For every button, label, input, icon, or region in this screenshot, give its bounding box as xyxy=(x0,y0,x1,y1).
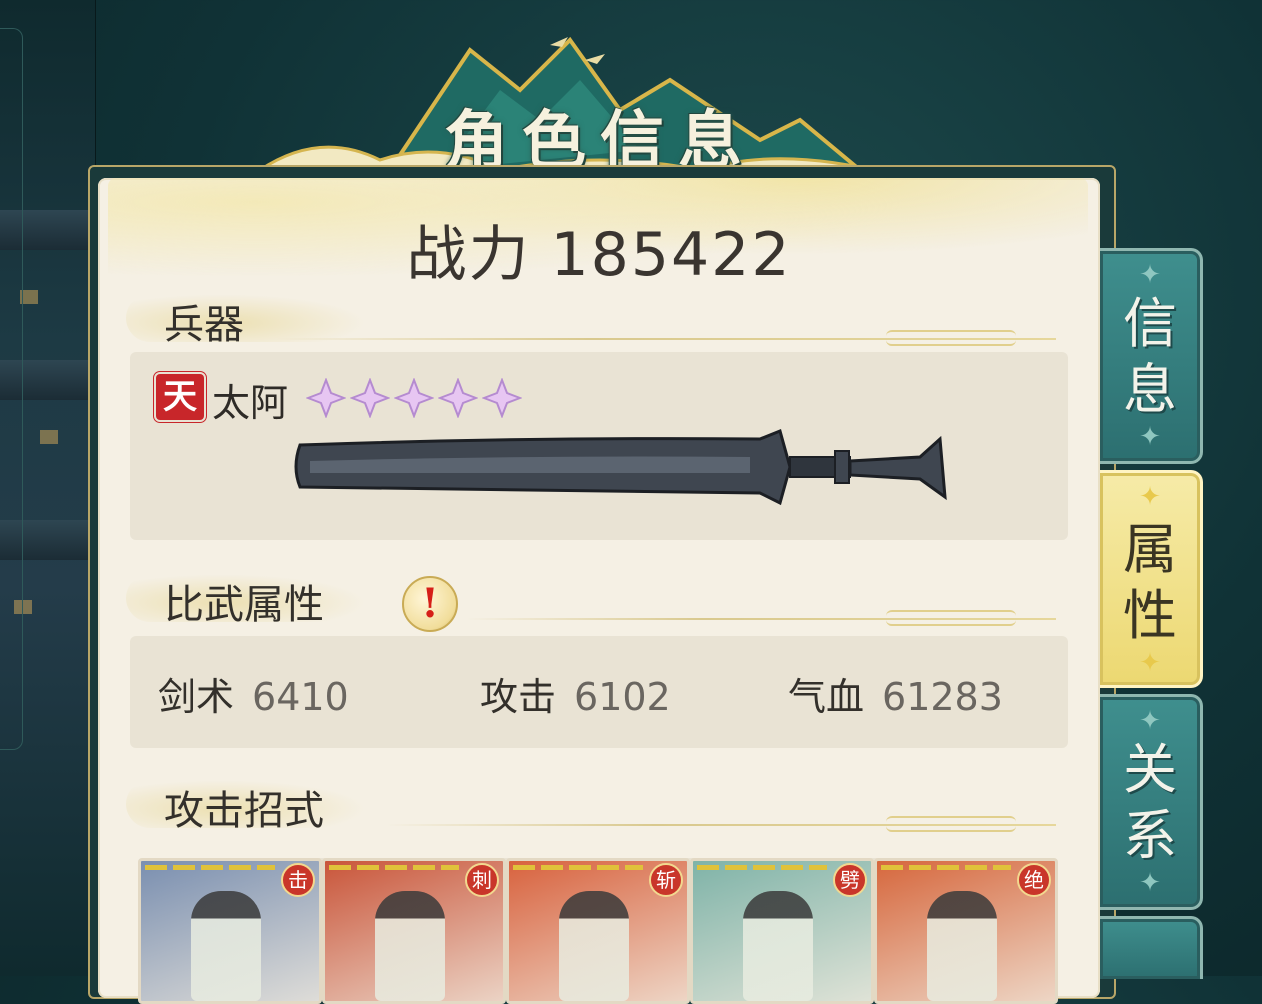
stat-value: 6410 xyxy=(252,675,349,719)
weapon-star-rating xyxy=(306,378,522,418)
tab-ornament-icon: ✦ xyxy=(1139,868,1161,898)
tab-info[interactable]: ✦ 信 息 ✦ xyxy=(1100,248,1203,464)
tab-label-char2: 系 xyxy=(1123,804,1177,867)
tab-more[interactable] xyxy=(1100,916,1203,979)
attributes-card: 剑术 6410 攻击 6102 气血 61283 xyxy=(130,636,1068,748)
move-level-bar xyxy=(329,865,459,870)
star-icon xyxy=(306,378,346,418)
move-type-tag: 刺 xyxy=(465,863,499,897)
move-card[interactable]: 斩 xyxy=(506,858,690,1004)
weapon-section-header: 兵器 xyxy=(126,290,1056,348)
tab-ornament-icon: ✦ xyxy=(1139,706,1161,736)
character-portrait xyxy=(559,891,629,1001)
star-icon xyxy=(350,378,390,418)
stat-label: 攻击 xyxy=(480,675,557,719)
stat-swordsmanship: 剑术 6410 xyxy=(158,666,349,721)
tab-ornament-icon: ✦ xyxy=(1139,648,1161,678)
star-icon xyxy=(482,378,522,418)
stat-hp: 气血 61283 xyxy=(788,666,1003,721)
tab-ornament-icon: ✦ xyxy=(1139,422,1161,452)
character-info-panel: 战力 185422 兵器 天 太阿 比武属性 ! 剑术 6410 攻击 6102… xyxy=(98,178,1100,1004)
tab-attributes[interactable]: ✦ 属 性 ✦ xyxy=(1100,470,1203,688)
combat-power: 战力 185422 xyxy=(98,206,1100,293)
weapon-section-title: 兵器 xyxy=(164,302,244,348)
star-icon xyxy=(438,378,478,418)
moves-section-header: 攻击招式 xyxy=(126,776,1056,834)
sword-icon xyxy=(294,428,947,506)
moves-list: 击 刺 斩 劈 绝 xyxy=(138,858,1058,1004)
move-type-tag: 劈 xyxy=(833,863,867,897)
weapon-name: 太阿 xyxy=(212,381,289,425)
move-type-tag: 斩 xyxy=(649,863,683,897)
stat-attack: 攻击 6102 xyxy=(480,666,671,721)
character-portrait xyxy=(743,891,813,1001)
move-type-tag: 绝 xyxy=(1017,863,1051,897)
move-card[interactable]: 绝 xyxy=(874,858,1058,1004)
left-panel-edge xyxy=(0,28,23,750)
character-portrait xyxy=(927,891,997,1001)
move-level-bar xyxy=(145,865,275,870)
tab-label-char1: 属 xyxy=(1123,518,1177,581)
attributes-section-title: 比武属性 xyxy=(164,582,324,628)
tab-ornament-icon: ✦ xyxy=(1139,260,1161,290)
stat-value: 61283 xyxy=(882,675,1003,719)
header-divider-ornament xyxy=(886,610,1016,626)
combat-power-label: 战力 xyxy=(406,220,531,290)
tab-label-char1: 关 xyxy=(1123,738,1177,801)
stat-value: 6102 xyxy=(574,675,671,719)
weapon-grade-badge: 天 xyxy=(156,374,204,420)
move-type-tag: 击 xyxy=(281,863,315,897)
stat-label: 气血 xyxy=(788,675,865,719)
tab-relations[interactable]: ✦ 关 系 ✦ xyxy=(1100,694,1203,910)
character-portrait xyxy=(375,891,445,1001)
stat-label: 剑术 xyxy=(158,675,235,719)
header-divider-ornament xyxy=(886,330,1016,346)
move-card[interactable]: 劈 xyxy=(690,858,874,1004)
move-card[interactable]: 刺 xyxy=(322,858,506,1004)
move-level-bar xyxy=(881,865,1011,870)
move-level-bar xyxy=(513,865,643,870)
tab-label-char1: 信 xyxy=(1123,292,1177,355)
header-divider-ornament xyxy=(886,816,1016,832)
attributes-section-header: 比武属性 ! xyxy=(126,570,1056,632)
character-portrait xyxy=(191,891,261,1001)
moves-section-title: 攻击招式 xyxy=(164,788,324,834)
move-level-bar xyxy=(697,865,827,870)
alert-icon[interactable]: ! xyxy=(402,576,458,632)
header-swirl-ornament xyxy=(126,294,366,342)
scenery-window xyxy=(40,430,58,444)
weapon-card[interactable]: 天 太阿 xyxy=(130,352,1068,540)
move-card[interactable]: 击 xyxy=(138,858,322,1004)
tab-label-char2: 性 xyxy=(1123,584,1177,647)
tab-ornament-icon: ✦ xyxy=(1139,482,1161,512)
combat-power-value: 185422 xyxy=(550,220,792,290)
star-icon xyxy=(394,378,434,418)
tab-label-char2: 息 xyxy=(1123,358,1177,421)
